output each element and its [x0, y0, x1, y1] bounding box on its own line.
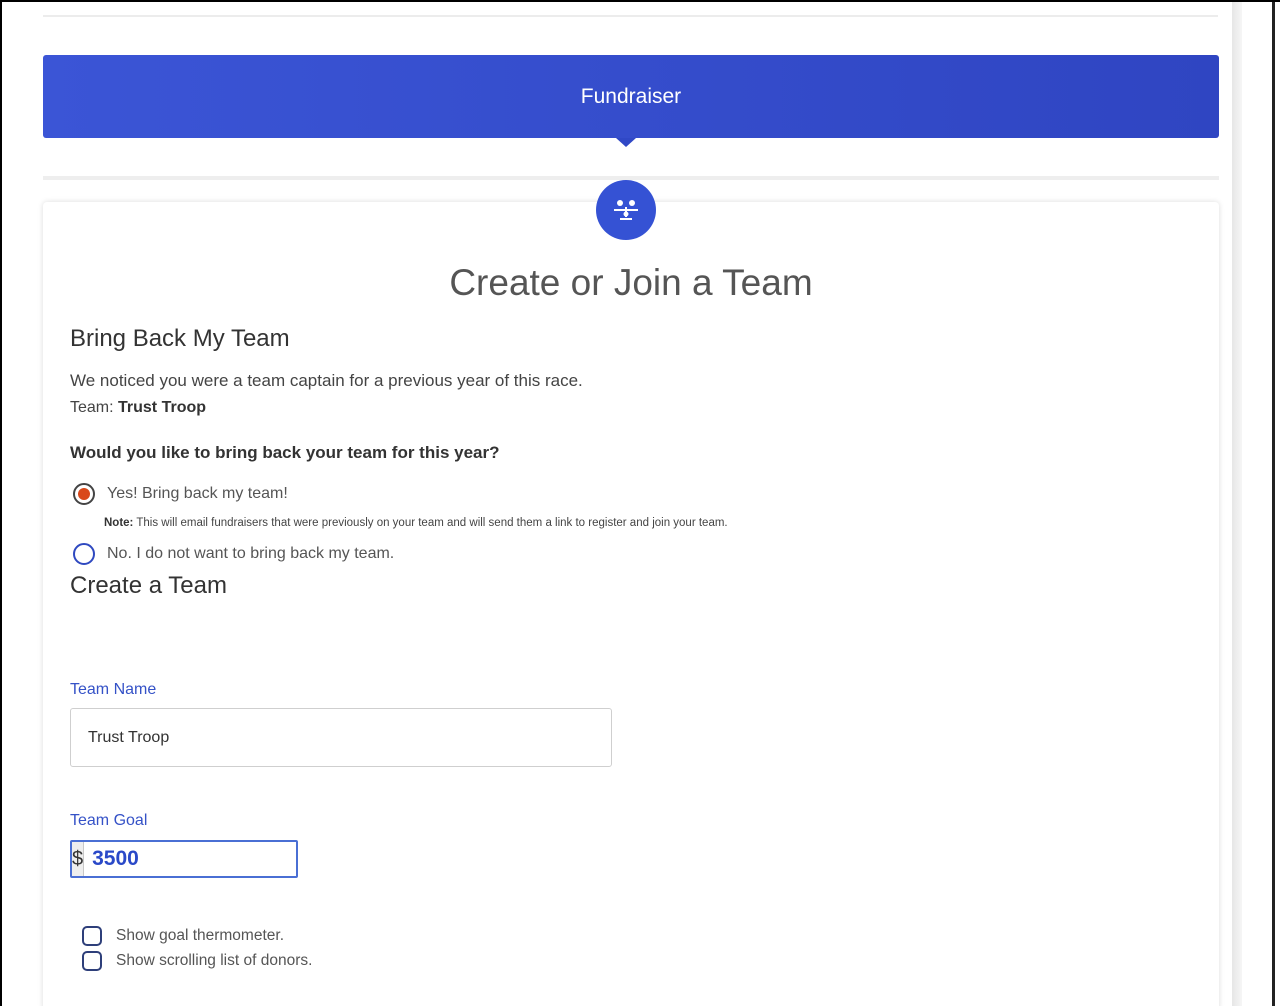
bring-back-note: Note: This will email fundraisers that w…	[104, 517, 728, 529]
banner-title: Fundraiser	[580, 84, 682, 108]
team-prefix: Team:	[70, 399, 119, 416]
previous-team: Team: Trust Troop	[70, 399, 206, 417]
checkbox-goal-thermometer[interactable]: Show goal thermometer.	[82, 926, 284, 946]
note-text: This will email fundraisers that were pr…	[133, 517, 728, 529]
checkbox-label: Show scrolling list of donors.	[116, 952, 313, 969]
team-name-label: Team Name	[70, 681, 157, 698]
team-name-input[interactable]	[70, 708, 612, 767]
banner-arrow	[616, 138, 636, 147]
radio-yes-bring-back[interactable]: Yes! Bring back my team!	[73, 483, 288, 505]
checkbox-scrolling-donors[interactable]: Show scrolling list of donors.	[82, 951, 312, 971]
checkbox-label: Show goal thermometer.	[116, 927, 285, 944]
create-team-heading: Create a Team	[70, 572, 227, 599]
radio-yes-label: Yes! Bring back my team!	[107, 485, 288, 502]
team-goal-label: Team Goal	[70, 812, 148, 829]
radio-button[interactable]	[73, 543, 95, 565]
page-title: Create or Join a Team	[449, 262, 813, 303]
currency-prefix: $	[72, 842, 85, 876]
checkbox[interactable]	[82, 951, 102, 971]
bring-back-question: Would you like to bring back your team f…	[70, 443, 500, 462]
radio-button-selected[interactable]	[73, 483, 95, 505]
captain-notice: We noticed you were a team captain for a…	[70, 371, 583, 390]
section-divider	[43, 176, 1219, 180]
team-icon	[596, 180, 656, 240]
top-divider	[43, 15, 1218, 17]
checkbox[interactable]	[82, 926, 102, 946]
team-goal-input[interactable]	[84, 842, 296, 876]
note-label: Note:	[104, 517, 134, 529]
fundraiser-banner: Fundraiser	[43, 55, 1219, 138]
radio-no-bring-back[interactable]: No. I do not want to bring back my team.	[73, 543, 394, 565]
previous-team-name: Trust Troop	[118, 399, 207, 416]
team-goal-field[interactable]: $ ▲▼	[70, 840, 298, 878]
team-card	[43, 202, 1219, 1006]
bring-back-heading: Bring Back My Team	[70, 325, 290, 352]
radio-no-label: No. I do not want to bring back my team.	[107, 545, 395, 562]
scroll-gutter	[1232, 2, 1280, 1006]
